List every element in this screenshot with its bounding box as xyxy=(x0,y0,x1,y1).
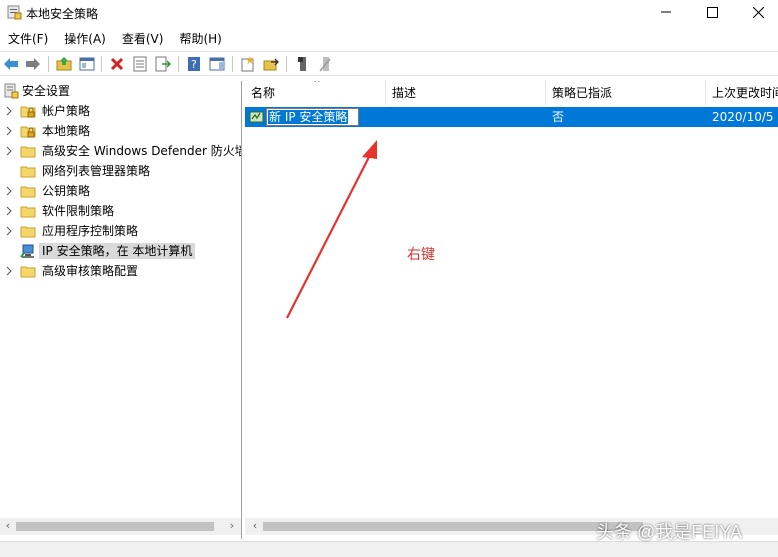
tree-item-label: IP 安全策略，在 本地计算机 xyxy=(39,243,196,259)
show-action-pane-icon[interactable] xyxy=(208,55,226,73)
title-bar: 本地安全策略 xyxy=(0,0,778,26)
table-row[interactable]: 新 IP 安全策略 否 2020/10/5 1 xyxy=(245,107,778,127)
tree-item-label: 高级审核策略配置 xyxy=(42,264,139,278)
scroll-right-icon[interactable]: › xyxy=(226,520,238,532)
annotation-right-click-label: 右键 xyxy=(407,247,435,263)
tree-item-label: 网络列表管理器策略 xyxy=(42,164,151,178)
expand-arrow-icon[interactable] xyxy=(5,185,15,197)
export-list-icon[interactable] xyxy=(154,55,172,73)
tree-item[interactable]: 网络列表管理器策略 xyxy=(0,161,241,181)
tree-item-label: 高级安全 Windows Defender 防火墙 xyxy=(42,144,242,158)
close-button[interactable] xyxy=(735,0,778,24)
security-policy-app-icon xyxy=(6,4,22,20)
window-title: 本地安全策略 xyxy=(26,7,99,21)
forward-icon[interactable] xyxy=(24,55,42,73)
scrollbar-thumb[interactable] xyxy=(16,522,214,531)
tree-item[interactable]: 应用程序控制策略 xyxy=(0,221,241,241)
expand-arrow-icon[interactable] xyxy=(5,265,15,277)
new-policy-icon[interactable] xyxy=(239,55,257,73)
scrollbar-thumb[interactable] xyxy=(263,522,643,531)
folder-icon xyxy=(20,263,36,279)
folder-icon xyxy=(20,183,36,199)
column-header-assigned[interactable]: 策略已指派 xyxy=(546,81,706,105)
menu-help[interactable]: 帮助(H) xyxy=(171,29,229,49)
column-header-description[interactable]: 描述 xyxy=(386,81,546,105)
properties-icon[interactable] xyxy=(131,55,149,73)
tree-item[interactable]: 软件限制策略 xyxy=(0,201,241,221)
column-header-name[interactable]: 名称 ^ xyxy=(245,81,386,105)
expand-arrow-icon[interactable] xyxy=(5,105,15,117)
unassign-icon[interactable] xyxy=(316,55,334,73)
tree-item[interactable]: IP 安全策略，在 本地计算机 xyxy=(0,241,241,261)
assign-icon[interactable] xyxy=(293,55,311,73)
tree-item-label: 本地策略 xyxy=(42,124,91,138)
toolbar: ? xyxy=(0,51,778,76)
security-settings-icon xyxy=(3,83,19,99)
column-header-modified[interactable]: 上次更改时间 xyxy=(706,81,778,105)
menu-file[interactable]: 文件(F) xyxy=(0,29,56,49)
tree-item-label: 公钥策略 xyxy=(42,184,91,198)
tree-item[interactable]: 高级安全 Windows Defender 防火墙 xyxy=(0,141,242,161)
expand-arrow-icon[interactable] xyxy=(5,145,15,157)
folder-lock-icon xyxy=(20,103,36,119)
minimize-button[interactable] xyxy=(643,0,689,24)
folder-icon xyxy=(20,163,36,179)
folder-icon xyxy=(20,223,36,239)
rename-input[interactable]: 新 IP 安全策略 xyxy=(266,108,359,126)
menu-view[interactable]: 查看(V) xyxy=(114,29,172,49)
expand-arrow-icon[interactable] xyxy=(5,125,15,137)
tree-root[interactable]: 安全设置 xyxy=(0,81,241,101)
tree-item[interactable]: 帐户策略 xyxy=(0,101,241,121)
watermark: 头条 @我是FEIYA xyxy=(596,522,742,542)
sort-ascending-icon: ^ xyxy=(313,81,321,89)
back-icon[interactable] xyxy=(2,55,20,73)
tree-horizontal-scrollbar[interactable]: ‹ › xyxy=(0,518,241,535)
manage-filters-icon[interactable] xyxy=(262,55,280,73)
cell-modified: 2020/10/5 1 xyxy=(712,110,778,124)
show-hide-tree-icon[interactable] xyxy=(78,55,96,73)
tree-item[interactable]: 公钥策略 xyxy=(0,181,241,201)
help-icon[interactable]: ? xyxy=(185,55,203,73)
annotation-arrow xyxy=(286,140,377,319)
tree-pane: 安全设置 帐户策略本地策略高级安全 Windows Defender 防火墙 网络… xyxy=(0,81,242,539)
delete-icon[interactable] xyxy=(108,55,126,73)
tree-item-label: 帐户策略 xyxy=(42,104,91,118)
svg-text:?: ? xyxy=(191,58,197,71)
tree-root-label: 安全设置 xyxy=(22,84,71,98)
tree-item-label: 软件限制策略 xyxy=(42,204,115,218)
network-computer-icon xyxy=(20,243,36,259)
cell-assigned: 否 xyxy=(552,110,565,124)
cell-description xyxy=(392,107,542,127)
tree-item-label: 应用程序控制策略 xyxy=(42,224,139,238)
rename-input-text: 新 IP 安全策略 xyxy=(268,110,349,124)
tree-item[interactable]: 本地策略 xyxy=(0,121,241,141)
folder-icon xyxy=(20,203,36,219)
maximize-button[interactable] xyxy=(689,0,735,24)
expand-arrow-icon[interactable] xyxy=(5,225,15,237)
menu-bar: 文件(F) 操作(A) 查看(V) 帮助(H) xyxy=(0,28,778,50)
folder-icon xyxy=(20,143,36,159)
expand-arrow-icon[interactable] xyxy=(5,205,15,217)
tree-item[interactable]: 高级审核策略配置 xyxy=(0,261,241,281)
menu-action[interactable]: 操作(A) xyxy=(56,29,114,49)
up-folder-icon[interactable] xyxy=(55,55,73,73)
scroll-left-icon[interactable]: ‹ xyxy=(249,520,261,532)
folder-lock-icon xyxy=(20,123,36,139)
ip-policy-icon xyxy=(249,109,265,125)
scroll-left-icon[interactable]: ‹ xyxy=(2,520,14,532)
